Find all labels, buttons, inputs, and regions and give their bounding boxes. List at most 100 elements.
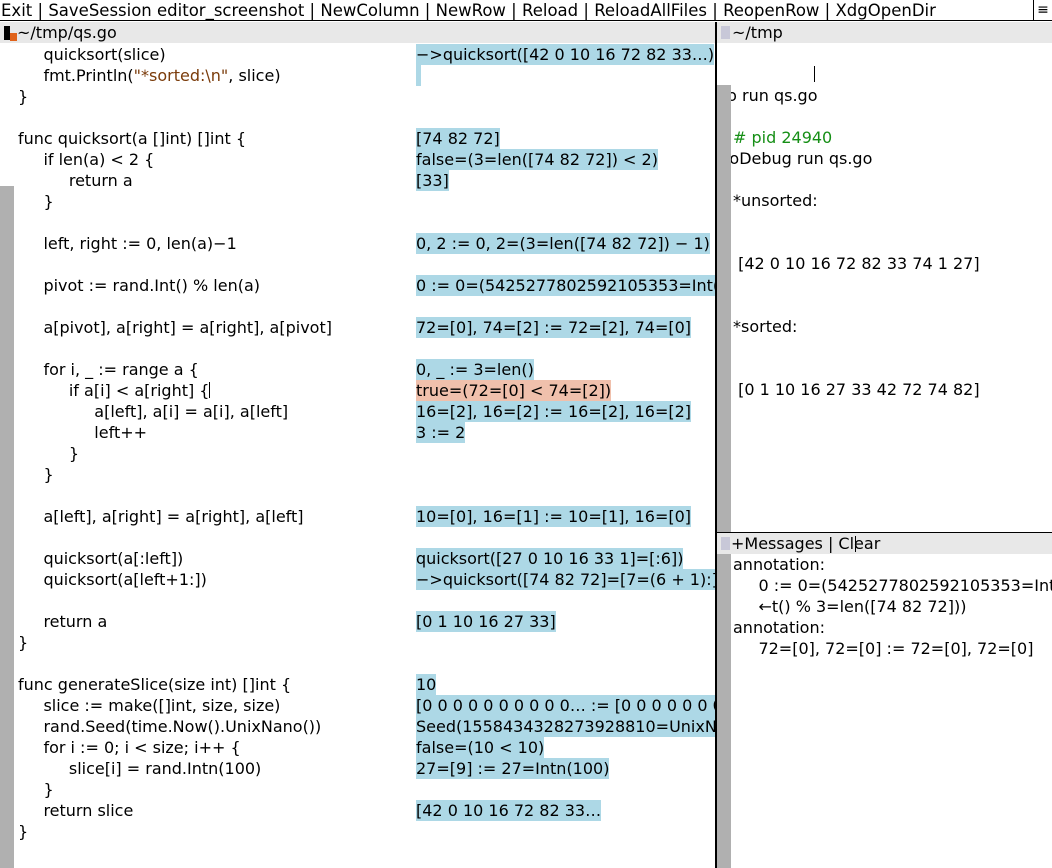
editor-scrollbar[interactable]	[0, 43, 14, 868]
top-toolbar: Exit | SaveSession editor_screenshot | N…	[0, 0, 1052, 21]
annotation[interactable]: Seed(1558434328273928810=UnixNano())	[416, 716, 715, 737]
toolbar-cmd-savesession-editor-screenshot[interactable]: SaveSession editor_screenshot	[48, 1, 304, 20]
code-line: }	[18, 444, 80, 463]
code-line: a[left], a[i] = a[i], a[left]	[18, 402, 289, 421]
code-line: pivot := rand.Int() % len(a)	[18, 276, 261, 295]
output-title-bar[interactable]: ~/tmp	[717, 22, 1052, 43]
pid-line: # pid 24940	[733, 128, 833, 147]
code-line: fmt.Println("*sorted:\n", slice)	[18, 66, 281, 85]
message-line: annotation:	[733, 555, 825, 574]
editor-path: ~/tmp/qs.go	[17, 23, 117, 42]
annotation[interactable]: 0 := 0=(5425277802592105353=Int() % 3=le…	[416, 275, 715, 296]
code-line: for i, _ := range a {	[18, 360, 199, 379]
toolbar-cmd-reload[interactable]: Reload	[522, 1, 578, 20]
code-line: func quicksort(a []int) []int {	[18, 129, 246, 148]
code-line: rand.Seed(time.Now().UnixNano())	[18, 717, 322, 736]
annotation[interactable]	[416, 65, 422, 86]
toolbar-cmd-xdgopendir[interactable]: XdgOpenDir	[836, 1, 936, 20]
annotation[interactable]: 0, 2 := 0, 2=(3=len([74 82 72]) − 1)	[416, 233, 710, 254]
editor-code[interactable]: quicksort(slice) fmt.Println("*sorted:\n…	[18, 44, 414, 842]
annotation[interactable]: [0 1 10 16 27 33]	[416, 611, 556, 632]
annotation[interactable]: [33]	[416, 170, 449, 191]
toolbar-cmd-exit[interactable]: Exit	[1, 1, 32, 20]
code-line: a[left], a[right] = a[right], a[left]	[18, 507, 304, 526]
code-line: }	[18, 87, 29, 106]
code-line: slice[i] = rand.Intn(100)	[18, 759, 262, 778]
messages-square-icon	[721, 537, 730, 550]
annotation[interactable]: [0 0 0 0 0 0 0 0 0 0… := [0 0 0 0 0 0 0 …	[416, 695, 715, 716]
code-line: }	[18, 192, 54, 211]
code-line: slice := make([]int, size, size)	[18, 696, 281, 715]
output-square-icon	[721, 26, 730, 39]
menu-icon[interactable]: ≡	[1033, 0, 1052, 21]
toolbar-cmd-newcolumn[interactable]: NewColumn	[320, 1, 419, 20]
annotation[interactable]: [42 0 10 16 72 82 33…	[416, 800, 602, 821]
code-line: return slice	[18, 801, 134, 820]
annotation[interactable]: 0, _ := 3=len()	[416, 359, 534, 380]
toolbar-cmd-newrow[interactable]: NewRow	[436, 1, 506, 20]
messages-text: annotation: 0 := 0=(5425277802592105353=…	[733, 554, 1052, 659]
annotation[interactable]: 10=[0], 16=[1] := 10=[1], 16=[0]	[416, 506, 692, 527]
message-line: annotation:	[733, 618, 825, 637]
code-line: quicksort(slice)	[18, 45, 166, 64]
output-line: *sorted:	[733, 317, 798, 336]
annotation[interactable]: 10	[416, 674, 437, 695]
code-line: }	[18, 465, 54, 484]
code-line: return a	[18, 171, 133, 190]
annotation[interactable]: false=(10 < 10)	[416, 737, 545, 758]
string-literal: "*sorted:\n"	[133, 66, 229, 85]
code-line: for i := 0; i < size; i++ {	[18, 738, 241, 757]
toolbar-cmd-reopenrow[interactable]: ReopenRow	[723, 1, 819, 20]
editor-title-bar[interactable]: ~/tmp/qs.go	[0, 22, 715, 43]
editor-modified-square	[10, 33, 17, 41]
output-path: ~/tmp	[732, 23, 783, 42]
output-text: # pid 24940 *unsorted: [42 0 10 16 72 82…	[733, 85, 1052, 421]
annotation[interactable]: quicksort([27 0 10 16 33 1]=[:6])	[416, 548, 684, 569]
code-line: left++	[18, 423, 148, 442]
code-line: a[pivot], a[right] = a[right], a[pivot]	[18, 318, 332, 337]
output-line: [0 1 10 16 27 33 42 72 74 82]	[733, 380, 980, 399]
annotation[interactable]: true=(72=[0] < 74=[2])	[416, 380, 612, 401]
output-line: *unsorted:	[733, 191, 818, 210]
code-line: quicksort(a[left+1:])	[18, 570, 207, 589]
annotation[interactable]: −>quicksort([42 0 10 16 72 82 33…)	[416, 44, 715, 65]
command-cursor	[814, 66, 815, 82]
annotation[interactable]: 27=[9] := 27=Intn(100)	[416, 758, 610, 779]
code-line: left, right := 0, len(a)−1	[18, 234, 237, 253]
message-line: ←t() % 3=len([74 82 72]))	[733, 597, 967, 616]
annotation[interactable]: 3 := 2	[416, 422, 466, 443]
messages-title-bar[interactable]: +Messages | Clear	[717, 533, 1052, 554]
annotation[interactable]: [74 82 72]	[416, 128, 500, 149]
message-line: 72=[0], 72=[0] := 72=[0], 72=[0]	[733, 639, 1034, 658]
output-scrollbar[interactable]	[717, 85, 731, 532]
message-line: 0 := 0=(5425277802592105353=Int()	[733, 576, 1052, 595]
code-line: }	[18, 822, 29, 841]
code-line: quicksort(a[:left])	[18, 549, 184, 568]
annotation[interactable]: 16=[2], 16=[2] := 16=[2], 16=[2]	[416, 401, 692, 422]
annotation[interactable]: −>quicksort([74 82 72]=[7=(6 + 1):])	[416, 569, 715, 590]
messages-scrollbar[interactable]	[717, 554, 731, 868]
annotation[interactable]: 72=[0], 74=[2] := 72=[2], 74=[0]	[416, 317, 692, 338]
toolbar-cmd-reloadallfiles[interactable]: ReloadAllFiles	[594, 1, 707, 20]
messages-title[interactable]: +Messages | Clear	[731, 533, 880, 554]
toolbar-commands: Exit | SaveSession editor_screenshot | N…	[1, 1, 936, 20]
text-cursor	[209, 382, 210, 398]
code-line: if a[i] < a[right] {	[18, 381, 210, 400]
code-line: }	[18, 633, 29, 652]
annotation[interactable]: false=(3=len([74 82 72]) < 2)	[416, 149, 658, 170]
output-command-area[interactable]: go run qs.go GoDebug run qs.go	[717, 43, 1052, 168]
output-line: [42 0 10 16 72 82 33 74 1 27]	[733, 254, 980, 273]
code-line: return a	[18, 612, 108, 631]
code-line: func generateSlice(size int) []int {	[18, 675, 292, 694]
code-line: if len(a) < 2 {	[18, 150, 155, 169]
code-line: }	[18, 780, 54, 799]
